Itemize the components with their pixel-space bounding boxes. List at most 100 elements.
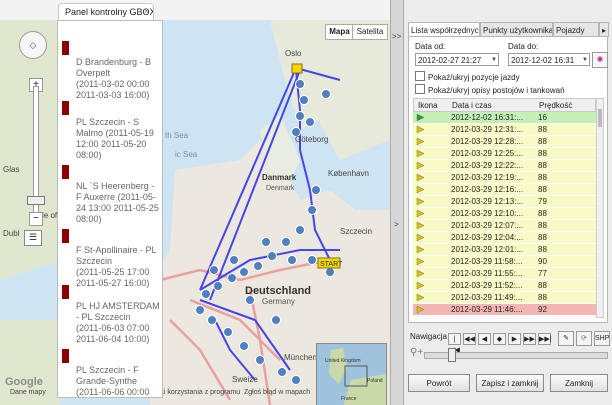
export-shp-button[interactable]: SHP bbox=[594, 331, 610, 346]
coordinates-list[interactable]: 2012-12-02 16:31:... 16 2012-03-29 12:31:.… bbox=[413, 112, 596, 318]
route-list-panel[interactable]: D Brandenburg - B Overpelt (2011-03-02 0… bbox=[57, 20, 163, 398]
position-marker-icon[interactable] bbox=[239, 341, 249, 351]
position-marker-icon[interactable] bbox=[325, 267, 335, 277]
tab-control-panel[interactable]: Panel kontrolny GBOX × bbox=[58, 3, 154, 20]
position-marker-icon[interactable] bbox=[261, 237, 271, 247]
table-row[interactable]: 2012-03-29 11:49:... 88 bbox=[413, 292, 596, 303]
close-button[interactable]: Zamknij bbox=[550, 374, 608, 392]
table-row[interactable]: 2012-03-29 12:16:... 88 bbox=[413, 184, 596, 195]
checkbox-box[interactable] bbox=[415, 84, 425, 94]
position-marker-icon[interactable] bbox=[295, 111, 305, 121]
position-marker-icon[interactable] bbox=[227, 273, 237, 283]
nav-prev-button[interactable]: ◀ bbox=[478, 333, 491, 345]
position-marker-icon[interactable] bbox=[213, 281, 223, 291]
table-row[interactable]: 2012-03-29 12:04:... 88 bbox=[413, 232, 596, 243]
zoom-out-button[interactable]: − bbox=[29, 212, 43, 226]
table-row[interactable]: 2012-03-29 12:01:... 88 bbox=[413, 244, 596, 255]
table-row[interactable]: 2012-03-29 12:25:... 88 bbox=[413, 148, 596, 159]
tab-close-icon[interactable]: × bbox=[144, 6, 149, 16]
position-marker-icon[interactable] bbox=[291, 375, 301, 385]
route-entry[interactable]: PL Szczecin - S Malmo (2011-05-19 12:00 … bbox=[62, 101, 162, 161]
position-marker-icon[interactable] bbox=[299, 95, 309, 105]
nav-last-button[interactable]: ▶▶| bbox=[538, 333, 552, 345]
route-entry[interactable]: NL `S Heerenberg - F Auxerre (2011-05-24… bbox=[62, 165, 162, 225]
tab-user-points[interactable]: Punkty użytkownika bbox=[480, 22, 553, 37]
playback-slider-knob[interactable] bbox=[448, 348, 456, 362]
save-close-button[interactable]: Zapisz i zamknij bbox=[476, 374, 544, 392]
checkbox-box[interactable] bbox=[415, 71, 425, 81]
position-marker-icon[interactable] bbox=[267, 251, 277, 261]
table-row[interactable]: 2012-03-29 11:46:... 92 bbox=[413, 304, 596, 315]
position-marker-icon[interactable] bbox=[305, 117, 315, 127]
report-error-link[interactable]: Zgłoś błąd w mapach bbox=[244, 389, 310, 396]
apply-filter-icon[interactable]: ✱ bbox=[592, 52, 608, 68]
zoom-search-icon[interactable]: ⚲+ bbox=[410, 347, 423, 358]
date-from-field[interactable]: 2012-02-27 21:27 ▼ bbox=[415, 53, 499, 66]
position-marker-icon[interactable] bbox=[321, 89, 331, 99]
position-marker-icon[interactable] bbox=[253, 261, 263, 271]
tab-coordinates-list[interactable]: Lista współrzędnych bbox=[408, 22, 480, 37]
nav-next-button[interactable]: ▶ bbox=[508, 333, 521, 345]
table-row[interactable]: 2012-03-29 11:55:... 77 bbox=[413, 268, 596, 279]
position-marker-icon[interactable] bbox=[277, 367, 287, 377]
col-icon[interactable]: Ikona bbox=[418, 101, 438, 110]
position-marker-icon[interactable] bbox=[307, 255, 317, 265]
table-row[interactable]: 2012-03-29 12:22:... 88 bbox=[413, 160, 596, 171]
position-marker-icon[interactable] bbox=[311, 185, 321, 195]
tab-vehicles[interactable]: Pojazdy bbox=[553, 22, 599, 37]
nav-rewind-button[interactable]: ◀◀ bbox=[463, 333, 476, 345]
refresh-icon[interactable]: ⟳ bbox=[576, 331, 592, 346]
position-marker-icon[interactable] bbox=[271, 315, 281, 325]
position-marker-icon[interactable] bbox=[281, 237, 291, 247]
list-scrollbar[interactable] bbox=[596, 98, 604, 318]
chevron-down-icon[interactable]: ▼ bbox=[581, 54, 589, 65]
position-marker-icon[interactable] bbox=[223, 327, 233, 337]
position-marker-icon[interactable] bbox=[207, 315, 217, 325]
table-row[interactable]: 2012-03-29 11:52:... 88 bbox=[413, 280, 596, 291]
back-button[interactable]: Powrót bbox=[408, 374, 470, 392]
tab-scroll-arrow[interactable]: ▸ bbox=[599, 22, 609, 37]
nav-center-button[interactable]: ◆ bbox=[493, 333, 506, 345]
route-entry[interactable]: PL Szczecin - F Grande-Synthe (2011-06-0… bbox=[62, 349, 162, 397]
overview-map[interactable]: United Kingdom Poland France bbox=[316, 343, 387, 405]
toggle-positions-checkbox[interactable]: Pokaż/ukryj pozycje jazdy bbox=[415, 71, 520, 82]
scrollbar-thumb[interactable] bbox=[598, 109, 602, 127]
chevron-down-icon[interactable]: ▼ bbox=[490, 54, 498, 65]
position-marker-icon[interactable] bbox=[295, 225, 305, 235]
table-row[interactable]: 2012-03-29 12:19:... 88 bbox=[413, 172, 596, 183]
map-data-link[interactable]: Dane mapy bbox=[10, 389, 46, 396]
table-row[interactable]: 2012-03-29 11:58:... 90 bbox=[413, 256, 596, 267]
col-speed[interactable]: Prędkość bbox=[539, 101, 572, 110]
table-row[interactable]: 2012-12-02 16:31:... 16 bbox=[413, 112, 596, 123]
nav-forward-button[interactable]: ▶▶ bbox=[523, 333, 536, 345]
route-entry[interactable]: PL HJ AMSTERDAM - PL Szczecin (2011-06-0… bbox=[62, 285, 162, 345]
table-row[interactable]: 2012-03-29 12:31:... 88 bbox=[413, 124, 596, 135]
position-marker-icon[interactable] bbox=[255, 355, 265, 365]
map-type-map-button[interactable]: Mapa bbox=[325, 24, 354, 40]
tools-icon[interactable]: ✎ bbox=[558, 331, 574, 346]
position-marker-icon[interactable] bbox=[201, 289, 211, 299]
position-marker-icon[interactable] bbox=[287, 255, 297, 265]
table-row[interactable]: 2012-03-29 12:13:... 79 bbox=[413, 196, 596, 207]
col-datetime[interactable]: Data i czas bbox=[452, 101, 492, 110]
position-marker-icon[interactable] bbox=[195, 305, 205, 315]
pan-control[interactable]: ◇ bbox=[19, 31, 47, 59]
layers-icon[interactable]: ☰ bbox=[24, 230, 42, 246]
panel-splitter[interactable]: >> > bbox=[390, 0, 404, 405]
position-marker-icon[interactable] bbox=[295, 79, 305, 89]
date-to-field[interactable]: 2012-12-02 16:31 ▼ bbox=[508, 53, 590, 66]
toggle-descriptions-checkbox[interactable]: Pokaż/ukryj opisy postojów i tankowań bbox=[415, 84, 565, 95]
zoom-slider-knob[interactable] bbox=[27, 196, 45, 205]
position-marker-icon[interactable] bbox=[239, 267, 249, 277]
position-marker-icon[interactable] bbox=[307, 205, 317, 215]
route-entry[interactable]: D Brandenburg - B Overpelt (2011-03-02 0… bbox=[62, 41, 162, 101]
table-row[interactable]: 2012-03-29 12:10:... 88 bbox=[413, 208, 596, 219]
table-row[interactable]: 2012-03-29 12:28:... 88 bbox=[413, 136, 596, 147]
position-marker-icon[interactable] bbox=[229, 255, 239, 265]
route-entry[interactable]: F St-Apollinaire - PL Szczecin (2011-05-… bbox=[62, 229, 162, 289]
nav-first-button[interactable]: |◀◀ bbox=[448, 333, 461, 354]
table-row[interactable]: 2012-03-29 12:07:... 88 bbox=[413, 220, 596, 231]
map-type-satellite-button[interactable]: Satelita bbox=[352, 24, 388, 40]
collapse-double-chevron-icon[interactable]: >> bbox=[392, 32, 401, 41]
position-marker-icon[interactable] bbox=[209, 265, 219, 275]
